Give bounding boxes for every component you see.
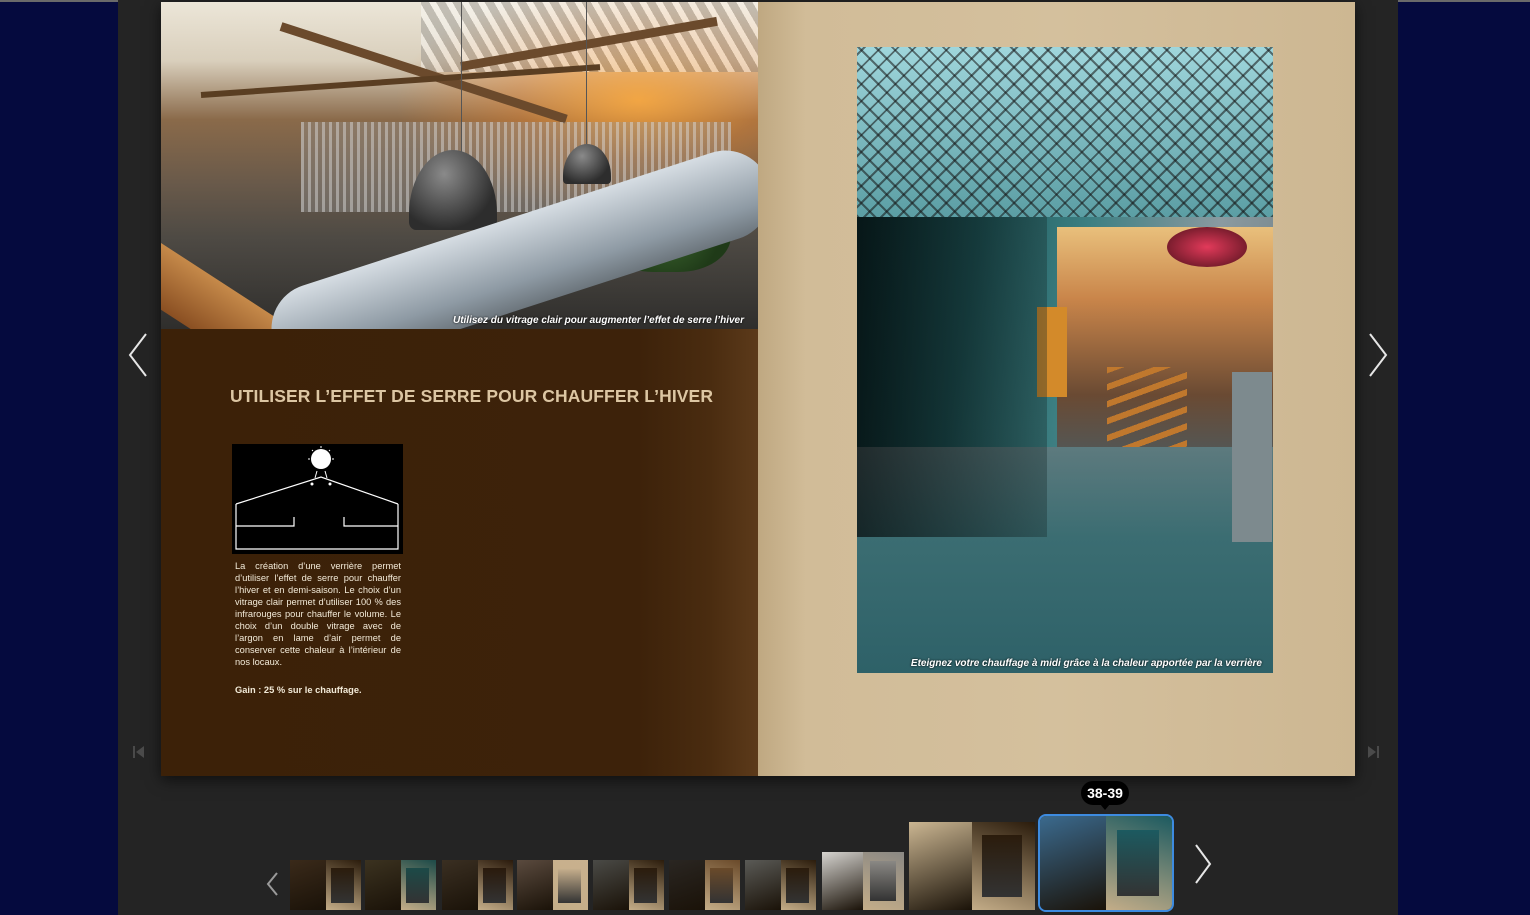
thumbnail-left-page [1040,816,1106,910]
thumbnail-photo [982,835,1023,897]
thumbnail-photo [406,867,429,903]
thumbnail-photo [331,867,354,903]
photo-caption-left: Utilisez du vitrage clair pour augmenter… [452,315,744,326]
bar-table [1232,372,1272,542]
thumbnail-spread[interactable] [745,860,816,910]
thumbnail-left-page [822,852,863,910]
thumbnail-photo [558,867,581,903]
thumbnail-left-page [593,860,629,910]
thumbnail-spread[interactable] [669,860,740,910]
thumbnail-spread[interactable] [822,852,904,910]
last-page-button[interactable] [1366,742,1382,762]
chevron-right-icon [1195,844,1212,884]
thumbnail-spread[interactable] [517,860,588,910]
section-heading: UTILISER L’EFFET DE SERRE POUR CHAUFFER … [230,386,714,406]
page-right[interactable]: Eteignez votre chauffage à midi grâce à … [758,2,1355,776]
photo-caption-right: Eteignez votre chauffage à midi grâce à … [910,658,1262,669]
thumbnail-spread[interactable] [290,860,361,910]
thumbnail-left-page [669,860,705,910]
thumbnail-left-page [290,860,326,910]
tooltip-tail [1100,804,1110,810]
thumbnail-left-page [365,860,401,910]
thumbnails-prev-button[interactable] [264,870,282,898]
skip-first-icon [133,746,144,758]
interior-photo-right: Eteignez votre chauffage à midi grâce à … [857,47,1273,673]
thumbnail-photo [869,860,896,902]
interior-photo-top: Utilisez du vitrage clair pour augmenter… [161,2,758,329]
thumbnail-spread[interactable] [1038,814,1174,912]
thumbnail-photo [1116,830,1159,896]
mesh-ceiling [857,47,1273,217]
thumbnail-photo [634,867,657,903]
thumbnail-spread[interactable] [593,860,664,910]
glass-partition [857,217,1047,537]
pendant-lamp [1167,227,1247,267]
body-paragraph: La création d’une verrière permet d’util… [235,561,401,667]
gain-text: Gain : 25 % sur le chauffage. [235,685,362,695]
page-tooltip: 38-39 [1081,781,1129,805]
thumbnail-spread[interactable] [365,860,436,910]
thumbnail-left-page [442,860,478,910]
thumbnail-left-page [909,822,972,910]
book-spread[interactable]: Utilisez du vitrage clair pour augmenter… [161,2,1355,776]
chevron-right-icon [1369,333,1388,377]
prev-page-button[interactable] [124,330,154,380]
thumbnail-photo [483,867,506,903]
thumbnail-photo [710,867,733,903]
thumbnail-photo [786,867,809,903]
skip-last-icon [1368,746,1379,758]
thumbnails-next-button[interactable] [1190,842,1216,886]
chevron-left-icon [266,872,278,896]
greenhouse-diagram [232,444,403,554]
thumbnail-spread[interactable] [442,860,513,910]
page-left[interactable]: Utilisez du vitrage clair pour augmenter… [161,2,758,776]
thumbnail-left-page [745,860,781,910]
first-page-button[interactable] [130,742,146,762]
thumbnail-left-page [517,860,553,910]
thumbnail-spread[interactable] [909,822,1035,910]
next-page-button[interactable] [1362,330,1392,380]
chevron-left-icon [128,333,147,377]
